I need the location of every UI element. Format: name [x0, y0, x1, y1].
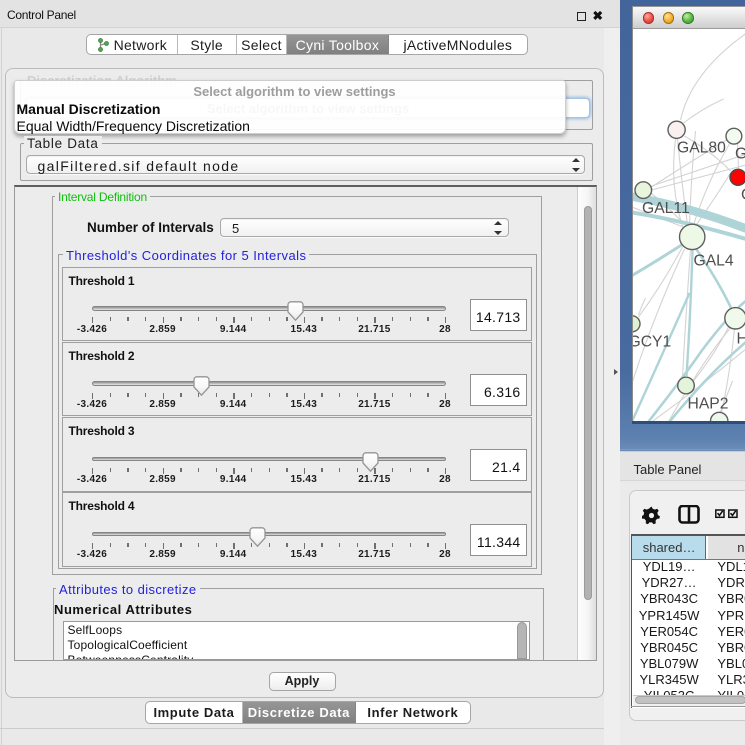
svg-text:GAL11: GAL11 — [642, 200, 690, 217]
svg-text:CY: CY — [741, 187, 745, 204]
svg-text:GCY1: GCY1 — [633, 334, 671, 351]
svg-text:HAP2: HAP2 — [687, 396, 728, 413]
svg-text:GAL80: GAL80 — [677, 140, 726, 157]
svg-text:GAL4: GAL4 — [693, 253, 733, 270]
svg-text:GAL: GAL — [735, 146, 745, 163]
svg-text:HAP4: HAP4 — [736, 331, 745, 348]
